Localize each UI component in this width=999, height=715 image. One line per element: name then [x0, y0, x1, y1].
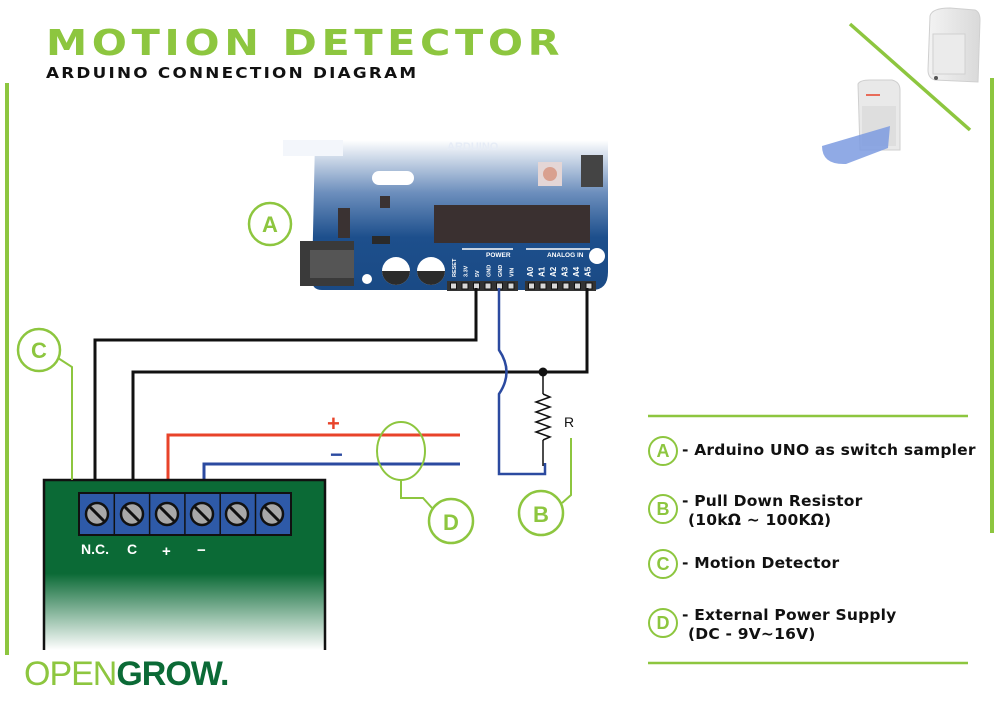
resistor-label: R: [564, 414, 574, 430]
pin-hole: [528, 282, 535, 290]
power-header-label: POWER: [486, 252, 511, 259]
terminal-label-c: C: [127, 541, 137, 557]
analog-pin-label: A0: [526, 266, 535, 277]
junction-dot: [538, 367, 548, 377]
arduino-board: ARDUINO POWER ANALOG IN RESET 3.3V 5V GND GN…: [283, 140, 608, 291]
callout-a-label: A: [262, 212, 278, 237]
callout-c-label: C: [31, 338, 47, 363]
pin-hole: [484, 282, 492, 290]
legend-text: - Arduino UNO as switch sampler: [682, 441, 976, 459]
resistor-icon: [533, 393, 553, 441]
callout-a: A: [247, 201, 293, 247]
power-pin-header: [447, 281, 518, 291]
crystal-icon: [372, 171, 414, 185]
legend-item-c: C - Motion Detector: [648, 549, 839, 579]
pin-hole: [551, 282, 558, 290]
power-plus-label: +: [327, 411, 340, 436]
terminal-label-nc: N.C.: [81, 541, 109, 557]
pin-hole: [574, 282, 581, 290]
icsp-header-icon: [581, 155, 603, 187]
left-frame-bar: [5, 83, 9, 655]
wire-gnd: [497, 288, 547, 476]
callout-b-label: B: [533, 502, 549, 527]
analog-header-label: ANALOG IN: [547, 252, 584, 259]
callout-b: B: [517, 438, 572, 537]
logo-open: OPEN: [24, 655, 117, 693]
wires: R + −: [93, 288, 589, 492]
legend-item-b: B - Pull Down Resistor (10kΩ ~ 100KΩ): [648, 492, 862, 530]
detection-beam-icon: [822, 126, 890, 165]
analog-pin-label: A5: [584, 266, 593, 277]
pin-hole: [450, 282, 457, 290]
legend-badge: C: [648, 549, 678, 579]
terminal-label-plus: +: [162, 543, 171, 560]
analog-pin-label: A1: [538, 266, 547, 277]
atmega-chip-icon: [434, 205, 590, 243]
legend-text: - External Power Supply: [682, 606, 897, 624]
power-pin-label: RESET: [452, 258, 458, 277]
right-frame-bar: [990, 78, 994, 533]
legend-item-d: D - External Power Supply (DC - 9V~16V): [648, 606, 896, 644]
logo-grow: GROW.: [116, 655, 229, 693]
opengrow-logo: OPENGROW.: [24, 654, 229, 694]
legend-text: - Motion Detector: [682, 554, 840, 572]
pin-hole: [507, 282, 515, 290]
legend-item-a: A - Arduino UNO as switch sampler: [648, 436, 976, 466]
analog-pin-header: [525, 281, 596, 291]
legend-badge: D: [648, 608, 678, 638]
callout-c: C: [16, 327, 73, 480]
terminal-label-minus: −: [197, 542, 206, 559]
power-minus-label: −: [330, 442, 343, 467]
analog-pin-label: A2: [549, 266, 558, 277]
pin-hole: [539, 282, 547, 290]
analog-pin-label: A4: [572, 266, 581, 277]
legend-text: - Pull Down Resistor: [682, 492, 863, 510]
power-pin-label: GND: [498, 265, 504, 277]
callout-d: D: [376, 421, 475, 545]
power-pin-label: 3.3V: [464, 265, 470, 277]
arduino-brand-label: ARDUINO: [447, 141, 499, 153]
legend-badge: A: [648, 436, 678, 466]
legend-subtext: (10kΩ ~ 100KΩ): [688, 511, 832, 529]
legend-subtext: (DC - 9V~16V): [688, 625, 816, 643]
legend-badge: B: [648, 494, 678, 524]
motion-sensor-illustration: [822, 7, 981, 165]
wire-5v-to-nc: [93, 288, 478, 492]
power-pin-label: GND: [487, 265, 493, 277]
power-pin-label: 5V: [475, 270, 481, 277]
callout-d-label: D: [443, 510, 459, 535]
analog-pin-label: A3: [561, 266, 570, 277]
pin-hole: [461, 282, 469, 290]
power-pin-label: VIN: [510, 268, 516, 277]
pin-hole: [562, 282, 570, 290]
motion-detector-board: N.C. C + −: [42, 478, 327, 650]
wire-a5-to-c: [131, 288, 589, 492]
